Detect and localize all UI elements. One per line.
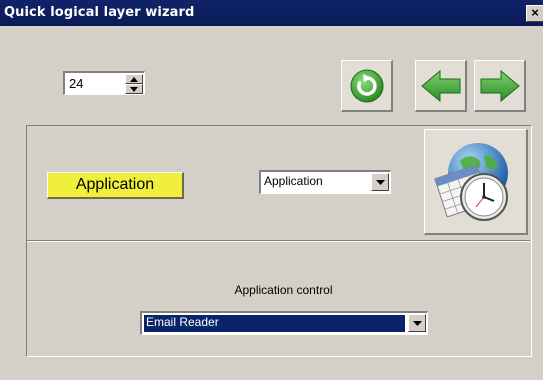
arrow-right-icon	[480, 69, 520, 102]
application-control-value: Email Reader	[146, 315, 219, 329]
close-button[interactable]: ×	[526, 5, 543, 22]
number-stepper[interactable]: 24	[63, 71, 145, 95]
type-select[interactable]: Application	[259, 170, 391, 194]
spin-buttons	[125, 74, 143, 94]
application-button[interactable]: Application	[47, 172, 184, 199]
window-title: Quick logical layer wizard	[4, 5, 195, 20]
stepper-value[interactable]: 24	[69, 76, 83, 91]
chevron-down-icon	[375, 179, 385, 185]
triangle-down-icon	[130, 86, 138, 92]
schedule-button[interactable]	[424, 129, 528, 235]
arrow-left-icon	[420, 69, 460, 102]
type-select-value: Application	[264, 174, 323, 188]
title-bar: Quick logical layer wizard ×	[0, 0, 543, 26]
chevron-down-icon	[412, 320, 422, 326]
triangle-up-icon	[130, 76, 138, 82]
close-icon: ×	[531, 5, 539, 20]
back-button[interactable]	[415, 60, 467, 112]
panel-divider	[27, 240, 530, 242]
refresh-button[interactable]	[341, 60, 393, 112]
application-control-select[interactable]: Email Reader	[140, 311, 428, 335]
refresh-icon	[350, 69, 383, 102]
calendar-clock-globe-icon	[434, 143, 508, 221]
application-control-label: Application control	[234, 283, 333, 297]
forward-button[interactable]	[474, 60, 526, 112]
spin-down-button[interactable]	[125, 84, 143, 94]
type-select-dropdown-button[interactable]	[371, 173, 389, 191]
spin-up-button[interactable]	[125, 74, 143, 84]
application-control-dropdown-button[interactable]	[408, 314, 426, 332]
